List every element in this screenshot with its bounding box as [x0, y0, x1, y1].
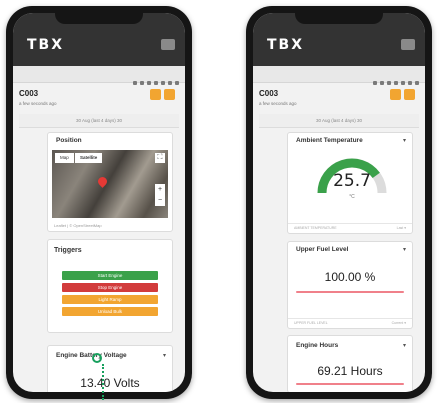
- cursor-guide-line: [102, 364, 104, 400]
- right-phone: TBX C003 a few seconds ago 30 Aug (last …: [246, 6, 432, 399]
- top-bar: TBX: [13, 13, 185, 66]
- touch-cursor-icon: [92, 353, 102, 363]
- ambient-title: Ambient Temperature: [296, 137, 363, 144]
- map-attribution: Leaflet | © OpenStreetMap: [54, 223, 102, 228]
- engine-hours-trend-line: [296, 383, 404, 385]
- device-last-update: a few seconds ago: [19, 101, 57, 106]
- settings-button[interactable]: [164, 89, 175, 100]
- light-ramp-button[interactable]: Light Ramp: [62, 295, 158, 304]
- edit-button[interactable]: [150, 89, 161, 100]
- device-title: C003: [19, 89, 39, 98]
- upper-fuel-value: 100.00 %: [324, 270, 376, 284]
- location-pin-icon[interactable]: [96, 175, 109, 188]
- upper-fuel-card: Upper Fuel Level ▾ 100.00 % UPPER FUEL L…: [287, 241, 413, 329]
- map-view[interactable]: Map Satellite ⛶ + −: [52, 150, 168, 218]
- chevron-down-icon[interactable]: ▾: [163, 352, 166, 359]
- toolbar-icons[interactable]: [130, 72, 179, 90]
- map-tab-satellite[interactable]: Satellite: [75, 153, 103, 163]
- footer-dropdown[interactable]: Current ▾: [392, 321, 406, 325]
- date-range-label: 30 Aug (last 4 days) 30: [315, 118, 363, 123]
- battery-card: Engine Battery Voltage ▾ 13.40 Volts: [47, 345, 173, 392]
- fuel-trend-line: [296, 291, 404, 293]
- device-last-update: a few seconds ago: [259, 101, 297, 106]
- edit-button[interactable]: [390, 89, 401, 100]
- unload-bulk-button[interactable]: Unload Bulk: [62, 307, 158, 316]
- fuel-title: Upper Fuel Level: [296, 246, 349, 253]
- top-bar: TBX: [253, 13, 425, 66]
- left-screen: TBX C003 a few seconds ago 30 Aug (last …: [13, 13, 185, 392]
- menu-icon[interactable]: [161, 39, 175, 50]
- date-range-bar[interactable]: 30 Aug (last 4 days) 30: [19, 114, 179, 128]
- card-footer: AMBIENT TEMPERATURE Last ▾: [288, 223, 412, 233]
- position-title: Position: [56, 137, 82, 144]
- map-tab-map[interactable]: Map: [55, 153, 74, 163]
- card-footer: UPPER FUEL LEVEL Current ▾: [288, 318, 412, 328]
- triggers-title: Triggers: [54, 247, 82, 254]
- zoom-control[interactable]: + −: [155, 184, 165, 206]
- date-range-label: 30 Aug (last 4 days) 30: [75, 118, 123, 123]
- battery-voltage-value: 13.40 Volts: [80, 376, 140, 390]
- engine-hours-value: 69.21 Hours: [317, 364, 383, 378]
- ambient-temperature-card: Ambient Temperature ▾ 25.7 °C AMBIENT TE…: [287, 132, 413, 234]
- toolbar-icons[interactable]: [370, 72, 419, 90]
- footer-label: AMBIENT TEMPERATURE: [294, 226, 337, 230]
- chevron-down-icon[interactable]: ▾: [403, 137, 406, 144]
- ambient-temperature-value: 25.7: [333, 171, 371, 191]
- footer-dropdown[interactable]: Last ▾: [397, 226, 406, 230]
- triggers-card: Triggers Start Engine Stop Engine Light …: [47, 239, 173, 333]
- position-card: Position Map Satellite ⛶ + − Leaflet | © …: [47, 132, 173, 232]
- brand-logo: TBX: [267, 37, 305, 53]
- start-engine-button[interactable]: Start Engine: [62, 271, 158, 280]
- phone-notch: [295, 13, 383, 24]
- breadcrumb-bar: [253, 66, 425, 85]
- stop-engine-button[interactable]: Stop Engine: [62, 283, 158, 292]
- engine-hours-title: Engine Hours: [296, 342, 339, 349]
- brand-logo: TBX: [27, 37, 65, 53]
- chevron-down-icon[interactable]: ▾: [403, 246, 406, 253]
- temperature-gauge: 25.7 °C: [314, 149, 390, 200]
- ambient-temperature-unit: °C: [349, 194, 355, 200]
- engine-hours-card: Engine Hours ▾ 69.21 Hours: [287, 335, 413, 392]
- left-phone: TBX C003 a few seconds ago 30 Aug (last …: [6, 6, 192, 399]
- breadcrumb-bar: [13, 66, 185, 85]
- settings-button[interactable]: [404, 89, 415, 100]
- device-title: C003: [259, 89, 279, 98]
- phone-notch: [55, 13, 143, 24]
- date-range-bar[interactable]: 30 Aug (last 4 days) 30: [259, 114, 419, 128]
- right-screen: TBX C003 a few seconds ago 30 Aug (last …: [253, 13, 425, 392]
- menu-icon[interactable]: [401, 39, 415, 50]
- footer-label: UPPER FUEL LEVEL: [294, 321, 328, 325]
- fullscreen-icon[interactable]: ⛶: [155, 153, 165, 163]
- chevron-down-icon[interactable]: ▾: [403, 342, 406, 349]
